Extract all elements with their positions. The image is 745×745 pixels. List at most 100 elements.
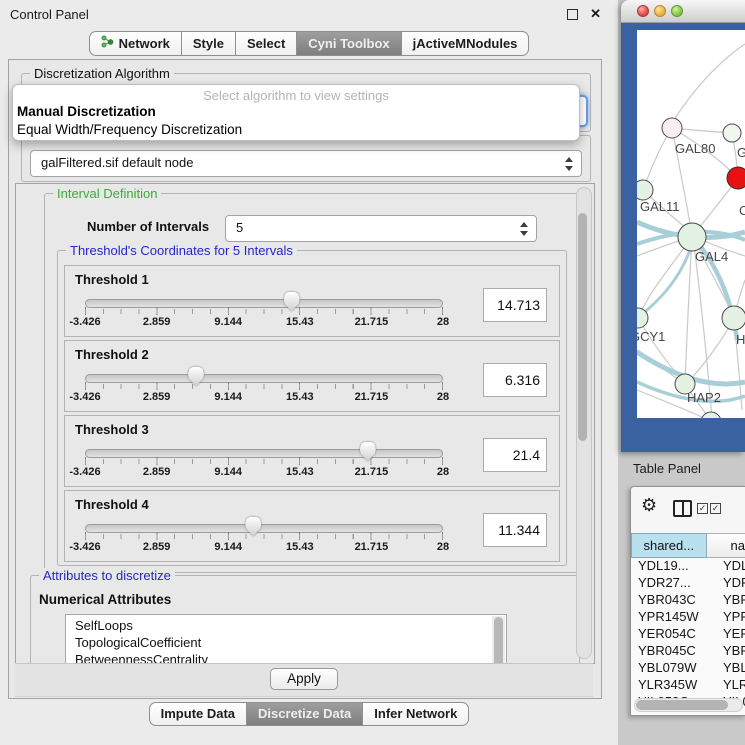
slider-tick-labels: -3.4262.8599.14415.4321.71528: [85, 541, 443, 554]
network-node-red[interactable]: [727, 167, 745, 189]
number-of-intervals-value: 5: [236, 220, 243, 235]
slider-minor-ticks: [85, 384, 443, 389]
dropdown-option-manual-discretization[interactable]: Manual Discretization: [13, 103, 579, 121]
tick-label: 15.43: [286, 466, 314, 478]
minimize-traffic-light-icon[interactable]: [654, 5, 666, 17]
list-scrollbar[interactable]: [492, 616, 505, 664]
thresholds-group: Threshold's Coordinates for 5 Intervals …: [57, 250, 567, 566]
network-node[interactable]: [723, 124, 741, 142]
threshold-value-input[interactable]: 21.4: [483, 438, 547, 472]
attribute-list-item[interactable]: SelfLoops: [66, 617, 506, 634]
table-row[interactable]: YDR27...YDR2: [632, 575, 745, 592]
table-data-group: Table Data galFiltered.sif default node: [21, 135, 591, 182]
network-node-gal4[interactable]: [678, 223, 706, 251]
threshold-value-input[interactable]: 11.344: [483, 513, 547, 547]
apply-button[interactable]: Apply: [270, 668, 338, 690]
slider-tick-labels: -3.4262.8599.14415.4321.71528: [85, 466, 443, 479]
bottom-tab-discretize-data[interactable]: Discretize Data: [246, 702, 363, 726]
gear-icon[interactable]: ⚙: [641, 496, 657, 514]
tab-style[interactable]: Style: [181, 31, 236, 56]
tick-label: 2.859: [143, 391, 171, 403]
tick-label: 28: [437, 466, 449, 478]
tab-select-label: Select: [247, 36, 285, 51]
threshold-value-input[interactable]: 6.316: [483, 363, 547, 397]
table-cell-shared-name: YDL19...: [632, 558, 715, 575]
attributes-group: Attributes to discretize Numerical Attri…: [30, 575, 580, 664]
slider-tick-labels: -3.4262.8599.14415.4321.71528: [85, 316, 443, 329]
zoom-traffic-light-icon[interactable]: [671, 5, 683, 17]
tab-cyni-toolbox-label: Cyni Toolbox: [308, 36, 389, 51]
tick-label: 21.715: [355, 466, 389, 478]
stepper-arrows-icon[interactable]: [520, 222, 528, 236]
table-row[interactable]: YBR045CYBR0: [632, 643, 745, 660]
table-row[interactable]: YBR043CYBR0: [632, 592, 745, 609]
table-row[interactable]: YPR145WYPR1: [632, 609, 745, 626]
table-row[interactable]: YBL079WYBL0: [632, 660, 745, 677]
column-header-name[interactable]: na: [707, 533, 745, 558]
network-node-h[interactable]: [722, 306, 745, 330]
table-cell-name: YLR3: [715, 677, 745, 694]
node-label-gal11: GAL11: [640, 199, 680, 214]
frame-scrollbar[interactable]: [576, 187, 592, 659]
table-cell-name: YDL1: [715, 558, 745, 575]
tick-label: 9.144: [214, 541, 242, 553]
threshold-value-input[interactable]: 14.713: [483, 288, 547, 322]
bottom-tab-impute-data[interactable]: Impute Data: [149, 702, 247, 726]
tab-jactivemnodules[interactable]: jActiveMNodules: [401, 31, 530, 56]
network-canvas[interactable]: GAL80 GAL11 GAL4 GCY1 HAP2 G C H: [637, 30, 745, 418]
float-window-icon[interactable]: [567, 9, 578, 20]
attribute-list-item[interactable]: TopologicalCoefficient: [66, 634, 506, 651]
tick-label: 21.715: [355, 391, 389, 403]
table-row[interactable]: YER054CYER0: [632, 626, 745, 643]
table-cell-name: YER0: [715, 626, 745, 643]
tick-label: -3.426: [69, 541, 100, 553]
close-traffic-light-icon[interactable]: [637, 5, 649, 17]
numerical-attributes-list: SelfLoopsTopologicalCoefficientBetweenne…: [65, 614, 507, 664]
column-header-shared-name[interactable]: shared...: [631, 533, 707, 558]
table-cell-shared-name: YBL079W: [632, 660, 715, 677]
numerical-attributes-label: Numerical Attributes: [39, 592, 171, 607]
tab-select[interactable]: Select: [235, 31, 297, 56]
table-row[interactable]: YDL19...YDL1: [632, 558, 745, 575]
slider-tick-labels: -3.4262.8599.14415.4321.71528: [85, 391, 443, 404]
table-data-combobox[interactable]: galFiltered.sif default node: [30, 150, 582, 177]
close-icon[interactable]: ✕: [590, 6, 601, 22]
table-cell-name: YPR1: [715, 609, 745, 626]
network-node-gal11[interactable]: [637, 180, 653, 200]
bottom-tab-infer-network[interactable]: Infer Network: [362, 702, 469, 726]
slider-thumb[interactable]: [188, 367, 204, 386]
tab-cyni-toolbox[interactable]: Cyni Toolbox: [296, 31, 401, 56]
table-cell-shared-name: YBR043C: [632, 592, 715, 609]
checkbox-icons[interactable]: ✓ ✓: [697, 503, 721, 514]
slider-thumb-shape: [188, 367, 204, 386]
tab-style-label: Style: [193, 36, 224, 51]
checkbox-icon[interactable]: ✓: [697, 503, 708, 514]
node-label-gal80: GAL80: [675, 141, 715, 156]
threshold-slider[interactable]: -3.4262.8599.14415.4321.71528: [85, 367, 443, 407]
stepper-arrows-icon[interactable]: [565, 157, 573, 171]
network-node[interactable]: [701, 412, 721, 418]
interval-definition-title: Interval Definition: [53, 186, 161, 201]
table-data-value: galFiltered.sif default node: [41, 155, 193, 170]
number-of-intervals-combobox[interactable]: 5: [225, 215, 537, 242]
slider-thumb[interactable]: [284, 292, 300, 311]
tab-network[interactable]: Network: [89, 31, 182, 56]
tick-label: 15.43: [286, 391, 314, 403]
column-layout-icon[interactable]: [673, 500, 692, 517]
node-label-clipped-g: G: [737, 145, 745, 160]
slider-thumb[interactable]: [245, 517, 261, 536]
slider-thumb[interactable]: [360, 442, 376, 461]
table-horizontal-scrollbar[interactable]: [634, 698, 743, 712]
threshold-slider[interactable]: -3.4262.8599.14415.4321.71528: [85, 292, 443, 332]
dropdown-option-equal-width-frequency[interactable]: Equal Width/Frequency Discretization: [13, 121, 579, 139]
node-label-clipped-h: H: [736, 332, 745, 347]
threshold-slider[interactable]: -3.4262.8599.14415.4321.71528: [85, 517, 443, 557]
network-window-titlebar[interactable]: [621, 0, 745, 23]
network-node-gal80[interactable]: [662, 118, 682, 138]
table-cell-name: YBR0: [715, 592, 745, 609]
threshold-slider[interactable]: -3.4262.8599.14415.4321.71528: [85, 442, 443, 482]
control-panel-title: Control Panel: [10, 7, 89, 22]
table-row[interactable]: YLR345WYLR3: [632, 677, 745, 694]
bottom-tab-impute-data-label: Impute Data: [161, 706, 235, 721]
checkbox-icon[interactable]: ✓: [710, 503, 721, 514]
